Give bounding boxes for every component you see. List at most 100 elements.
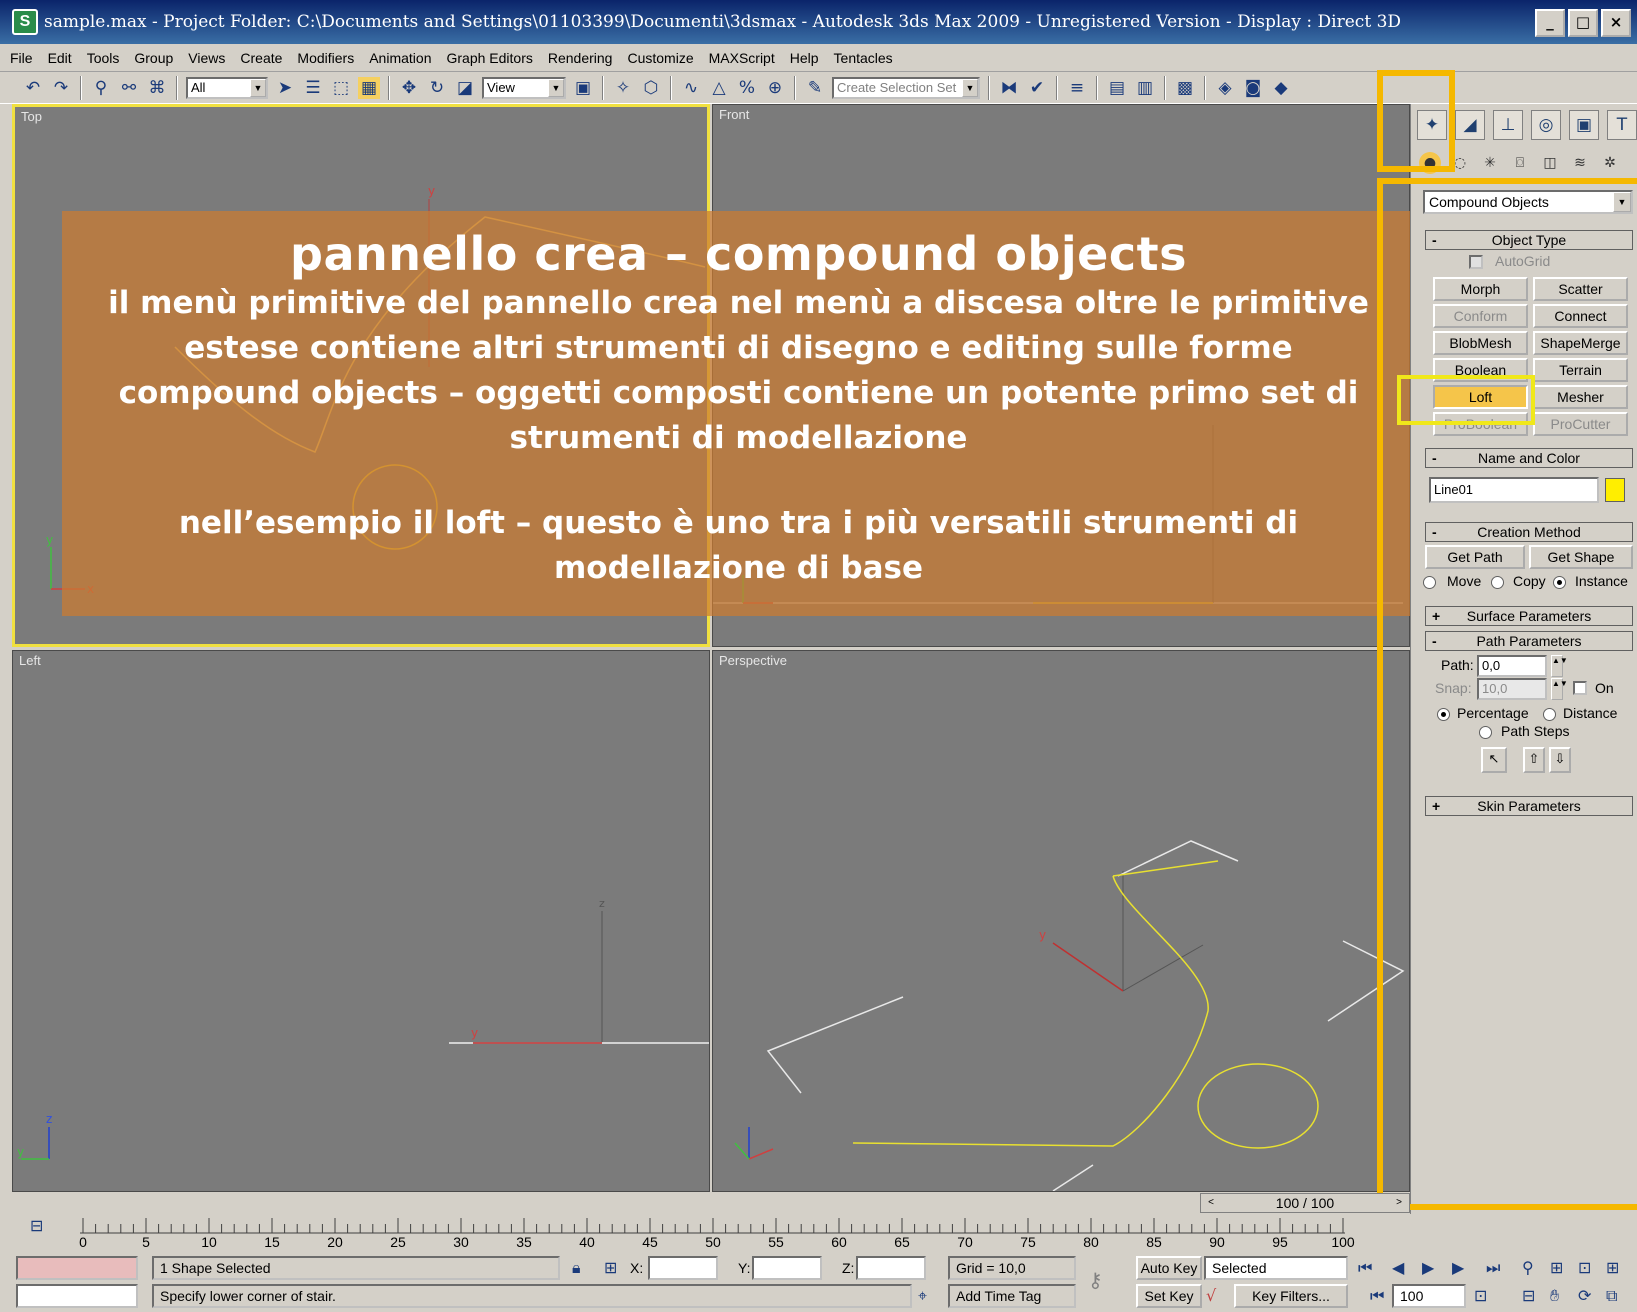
render-setup-icon[interactable]: ◈ xyxy=(1214,77,1236,99)
menu-edit[interactable]: Edit xyxy=(48,50,72,66)
select-and-link-icon[interactable]: ⚲ xyxy=(90,77,112,99)
go-to-end-icon[interactable]: ⏭︎ xyxy=(1486,1258,1500,1278)
rotate-icon[interactable]: ↻ xyxy=(426,77,448,99)
systems-icon[interactable]: ✲ xyxy=(1599,152,1621,174)
helpers-icon[interactable]: ◫ xyxy=(1539,152,1561,174)
auto-key-button[interactable]: Auto Key xyxy=(1136,1256,1202,1280)
unlink-icon[interactable]: ⚯ xyxy=(118,77,140,99)
edit-named-selection-icon[interactable]: ✎ xyxy=(804,77,826,99)
schematic-view-icon[interactable]: ▥ xyxy=(1134,77,1156,99)
pivot-center-icon[interactable]: ▣ xyxy=(572,77,594,99)
menu-animation[interactable]: Animation xyxy=(369,50,431,66)
spinner-snap-icon[interactable]: ⊕ xyxy=(764,77,786,99)
zoom-all-icon[interactable]: ⊞ xyxy=(1550,1258,1563,1277)
window-crossing-icon[interactable]: ▦ xyxy=(358,76,380,99)
orbit-icon[interactable]: ⟳ xyxy=(1578,1286,1591,1305)
rectangular-selection-icon[interactable]: ⬚ xyxy=(330,77,352,99)
chevron-left-icon[interactable]: < xyxy=(1203,1195,1219,1211)
zoom-extents-all-icon[interactable]: ⊞ xyxy=(1606,1258,1619,1277)
set-key-button[interactable]: Set Key xyxy=(1136,1284,1202,1308)
field-of-view-icon[interactable]: ⊟ xyxy=(1522,1286,1535,1305)
svg-text:y: y xyxy=(46,533,53,547)
menu-file[interactable]: File xyxy=(10,50,33,66)
reference-coordinate-dropdown[interactable]: View ▼ xyxy=(482,76,566,99)
mirror-icon[interactable]: ⧓ xyxy=(998,77,1020,99)
hierarchy-tab-icon[interactable]: ⊥ xyxy=(1493,110,1523,140)
key-mode-toggle-icon[interactable]: ⏮︎ xyxy=(1370,1286,1384,1306)
display-tab-icon[interactable]: ▣ xyxy=(1569,110,1599,140)
named-selection-dropdown[interactable]: Create Selection Set ▼ xyxy=(832,76,980,99)
zoom-icon[interactable]: ⚲ xyxy=(1522,1258,1534,1277)
3ds-max-icon[interactable]: S xyxy=(12,9,38,35)
x-coordinate-input[interactable] xyxy=(648,1256,718,1280)
key-filters-button[interactable]: Key Filters... xyxy=(1234,1284,1348,1308)
menu-help[interactable]: Help xyxy=(790,50,819,66)
maxscript-input-mini[interactable] xyxy=(16,1284,138,1308)
default-tangents-icon[interactable]: √ xyxy=(1206,1286,1216,1305)
pan-icon[interactable]: ✋︎ xyxy=(1550,1286,1559,1306)
cameras-icon[interactable]: ⌼ xyxy=(1509,152,1531,174)
time-tag-icon[interactable]: ⌖ xyxy=(918,1286,927,1306)
space-warps-icon[interactable]: ≋ xyxy=(1569,152,1591,174)
align-icon[interactable]: ✔ xyxy=(1026,77,1048,99)
percent-snap-icon[interactable]: % xyxy=(736,77,758,99)
key-icon[interactable]: ⚷ xyxy=(1088,1268,1103,1292)
viewport-perspective[interactable]: Perspective y xyxy=(712,650,1410,1192)
menu-modifiers[interactable]: Modifiers xyxy=(297,50,354,66)
menu-maxscript[interactable]: MAXScript xyxy=(709,50,775,66)
redo-icon[interactable]: ↷ xyxy=(50,77,72,99)
play-icon[interactable]: ▶︎ xyxy=(1422,1258,1434,1277)
menu-customize[interactable]: Customize xyxy=(627,50,693,66)
modify-tab-icon[interactable]: ◢ xyxy=(1455,110,1485,140)
layer-manager-icon[interactable]: ≡ xyxy=(1066,77,1088,99)
utilities-tab-icon[interactable]: T xyxy=(1607,110,1637,140)
bind-space-warp-icon[interactable]: ⌘ xyxy=(146,77,168,99)
y-coordinate-input[interactable] xyxy=(752,1256,822,1280)
keyboard-shortcut-override-icon[interactable]: ⬡ xyxy=(640,77,662,99)
key-mode-dropdown[interactable]: Selected xyxy=(1204,1256,1348,1280)
add-time-tag[interactable]: Add Time Tag xyxy=(948,1284,1076,1308)
menu-graph-editors[interactable]: Graph Editors xyxy=(446,50,532,66)
select-object-icon[interactable]: ➤ xyxy=(274,77,296,99)
material-editor-icon[interactable]: ▩ xyxy=(1174,77,1196,99)
undo-icon[interactable]: ↶ xyxy=(22,77,44,99)
maximize-viewport-icon[interactable]: ⧉ xyxy=(1606,1286,1617,1306)
track-bar[interactable]: ⊟ 0 5 10 15 20 25 30 35 40 45 50 55 60 6… xyxy=(0,1214,1637,1254)
current-frame-input[interactable]: 100 xyxy=(1392,1284,1466,1308)
next-frame-icon[interactable]: ▶︎ xyxy=(1452,1258,1464,1277)
menu-tentacles[interactable]: Tentacles xyxy=(834,50,893,66)
move-icon[interactable]: ✥ xyxy=(398,77,420,99)
menu-group[interactable]: Group xyxy=(134,50,173,66)
time-slider[interactable]: < 100 / 100 > xyxy=(1200,1193,1410,1213)
menu-views[interactable]: Views xyxy=(188,50,225,66)
menu-create[interactable]: Create xyxy=(240,50,282,66)
select-manipulate-icon[interactable]: ✧ xyxy=(612,77,634,99)
render-production-icon[interactable]: ◆ xyxy=(1270,77,1292,99)
lock-selection-icon[interactable]: 🔒︎ xyxy=(572,1258,581,1278)
maxscript-listener-mini[interactable] xyxy=(16,1256,138,1280)
minimize-icon[interactable]: _ xyxy=(1535,9,1565,37)
close-icon[interactable]: × xyxy=(1601,9,1631,37)
previous-frame-icon[interactable]: ◀︎ xyxy=(1392,1258,1404,1277)
absolute-mode-icon[interactable]: ⊞ xyxy=(604,1258,617,1277)
angle-snap-icon[interactable]: △ xyxy=(708,77,730,99)
select-by-name-icon[interactable]: ☰ xyxy=(302,77,324,99)
overlay-title: pannello crea – compound objects xyxy=(290,227,1187,281)
menu-rendering[interactable]: Rendering xyxy=(548,50,613,66)
zoom-extents-icon[interactable]: ⊡ xyxy=(1578,1258,1591,1277)
go-to-start-icon[interactable]: ⏮︎ xyxy=(1358,1258,1372,1278)
time-configuration-icon[interactable]: ⊡ xyxy=(1474,1286,1487,1305)
rendered-frame-window-icon[interactable]: ◙ xyxy=(1242,77,1264,99)
motion-tab-icon[interactable]: ◎ xyxy=(1531,110,1561,140)
snaps-toggle-icon[interactable]: ∿ xyxy=(680,77,702,99)
chevron-right-icon[interactable]: > xyxy=(1391,1195,1407,1211)
lights-icon[interactable]: ✳ xyxy=(1479,152,1501,174)
viewport-left[interactable]: Left z y z y xyxy=(12,650,710,1192)
maximize-icon[interactable]: □ xyxy=(1568,9,1598,37)
z-coordinate-input[interactable] xyxy=(856,1256,926,1280)
scale-icon[interactable]: ◪ xyxy=(454,77,476,99)
curve-editor-icon[interactable]: ▤ xyxy=(1106,77,1128,99)
menu-tools[interactable]: Tools xyxy=(87,50,120,66)
svg-text:y: y xyxy=(1039,928,1046,942)
selection-filter-dropdown[interactable]: All ▼ xyxy=(186,76,268,99)
